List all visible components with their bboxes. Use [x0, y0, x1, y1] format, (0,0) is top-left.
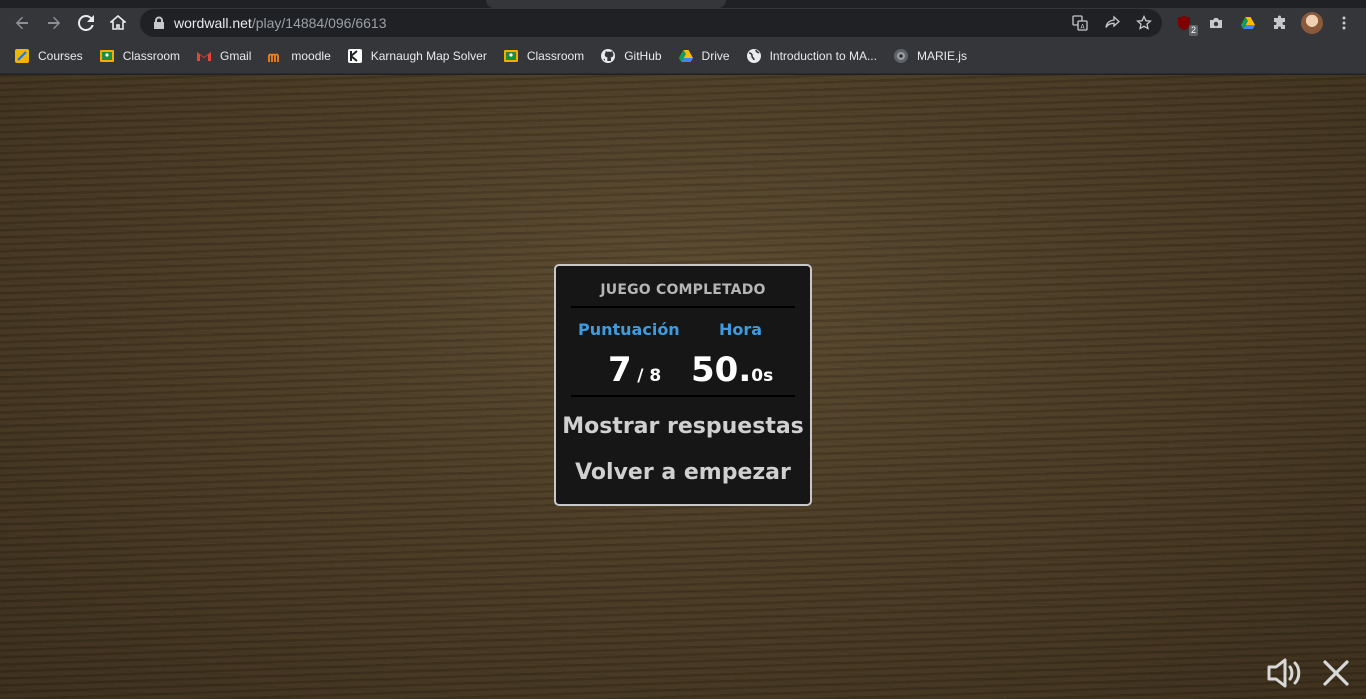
url-path: /play/14884/096/6613	[251, 15, 387, 31]
bookmark-label: MARIE.js	[916, 48, 967, 63]
bookmark-label: moodle	[291, 48, 331, 63]
bookmark-label: GitHub	[624, 48, 662, 63]
speaker-icon	[1267, 658, 1301, 688]
share-icon[interactable]	[1102, 13, 1122, 33]
kmap-icon	[347, 48, 363, 64]
bookmark-gmail[interactable]: Gmail	[194, 43, 259, 69]
reload-button[interactable]	[70, 8, 102, 38]
divider	[571, 395, 795, 397]
bookmark-courses[interactable]: Courses	[12, 43, 91, 69]
game-stage: JUEGO COMPLETADO Puntuación Hora 7 / 8 5…	[0, 75, 1366, 699]
menu-icon[interactable]	[1332, 11, 1356, 35]
avatar[interactable]	[1300, 11, 1324, 35]
bookmark-classroom-2[interactable]: Classroom	[501, 43, 592, 69]
bookmark-classroom[interactable]: Classroom	[97, 43, 188, 69]
time-label: Hora	[719, 320, 763, 339]
home-icon	[110, 15, 126, 30]
browser-toolbar: wordwall.net/play/14884/096/6613 A 2	[0, 8, 1366, 38]
restart-button[interactable]: Volver a empezar	[556, 460, 810, 485]
omnibox-actions: A	[1070, 13, 1154, 33]
bookmark-moodle[interactable]: moodle	[265, 43, 338, 69]
bookmark-label: Karnaugh Map Solver	[370, 48, 487, 63]
drive-icon	[678, 48, 694, 64]
bookmark-label: Classroom	[526, 48, 585, 63]
score-label: Puntuación	[578, 320, 680, 339]
back-button[interactable]	[6, 8, 38, 38]
active-tab-edge[interactable]	[486, 0, 726, 8]
url-host: wordwall.net	[174, 15, 252, 31]
score-total: / 8	[637, 366, 662, 386]
bookmark-label: Introduction to MA...	[769, 48, 877, 63]
bookmarks-bar: Courses Classroom Gmail moodle Karnaugh …	[0, 38, 1366, 74]
courses-icon	[14, 48, 30, 64]
url-text[interactable]: wordwall.net/play/14884/096/6613	[174, 15, 387, 31]
extension-badge: 2	[1188, 25, 1198, 36]
score-value: 7 / 8	[608, 350, 661, 390]
back-icon	[15, 16, 28, 30]
translate-icon[interactable]: A	[1070, 13, 1090, 33]
address-bar[interactable]: wordwall.net/play/14884/096/6613 A	[140, 9, 1162, 37]
forward-icon	[48, 16, 61, 30]
gmail-icon	[196, 48, 212, 64]
score-number: 7	[608, 350, 632, 390]
bookmark-karnaugh[interactable]: Karnaugh Map Solver	[345, 43, 495, 69]
time-value: 50.0s	[691, 350, 773, 390]
globe-icon	[746, 48, 762, 64]
show-answers-button[interactable]: Mostrar respuestas	[556, 414, 810, 439]
tab-strip	[0, 0, 1366, 8]
moodle-icon	[267, 48, 283, 64]
classroom-icon	[503, 48, 519, 64]
drive-icon[interactable]	[1236, 11, 1260, 35]
bookmark-github[interactable]: GitHub	[598, 43, 669, 69]
home-button[interactable]	[102, 8, 134, 38]
bookmark-introduction[interactable]: Introduction to MA...	[744, 43, 885, 69]
bookmark-label: Drive	[701, 48, 730, 63]
forward-button[interactable]	[38, 8, 70, 38]
divider	[571, 306, 795, 308]
bookmark-label: Gmail	[220, 48, 252, 63]
camera-icon[interactable]	[1204, 11, 1228, 35]
results-title: JUEGO COMPLETADO	[600, 282, 766, 298]
extensions-area: 2	[1172, 11, 1356, 36]
time-seconds: 50.	[691, 350, 752, 390]
puzzle-icon[interactable]	[1268, 11, 1292, 35]
marie-icon	[893, 48, 909, 64]
github-icon	[600, 48, 616, 64]
results-panel: JUEGO COMPLETADO Puntuación Hora 7 / 8 5…	[554, 264, 812, 506]
reload-icon	[78, 15, 94, 31]
lock-icon[interactable]	[152, 16, 166, 30]
bookmark-label: Classroom	[122, 48, 181, 63]
classroom-icon	[99, 48, 115, 64]
ublock-icon[interactable]: 2	[1172, 11, 1198, 36]
sound-button[interactable]	[1264, 653, 1304, 693]
bookmark-marie[interactable]: MARIE.js	[891, 43, 975, 69]
bookmark-label: Courses	[38, 48, 83, 63]
close-icon	[1323, 660, 1349, 686]
time-fraction: 0s	[751, 366, 774, 386]
close-button[interactable]	[1316, 653, 1356, 693]
star-icon[interactable]	[1134, 13, 1154, 33]
bookmark-drive[interactable]: Drive	[676, 43, 738, 69]
